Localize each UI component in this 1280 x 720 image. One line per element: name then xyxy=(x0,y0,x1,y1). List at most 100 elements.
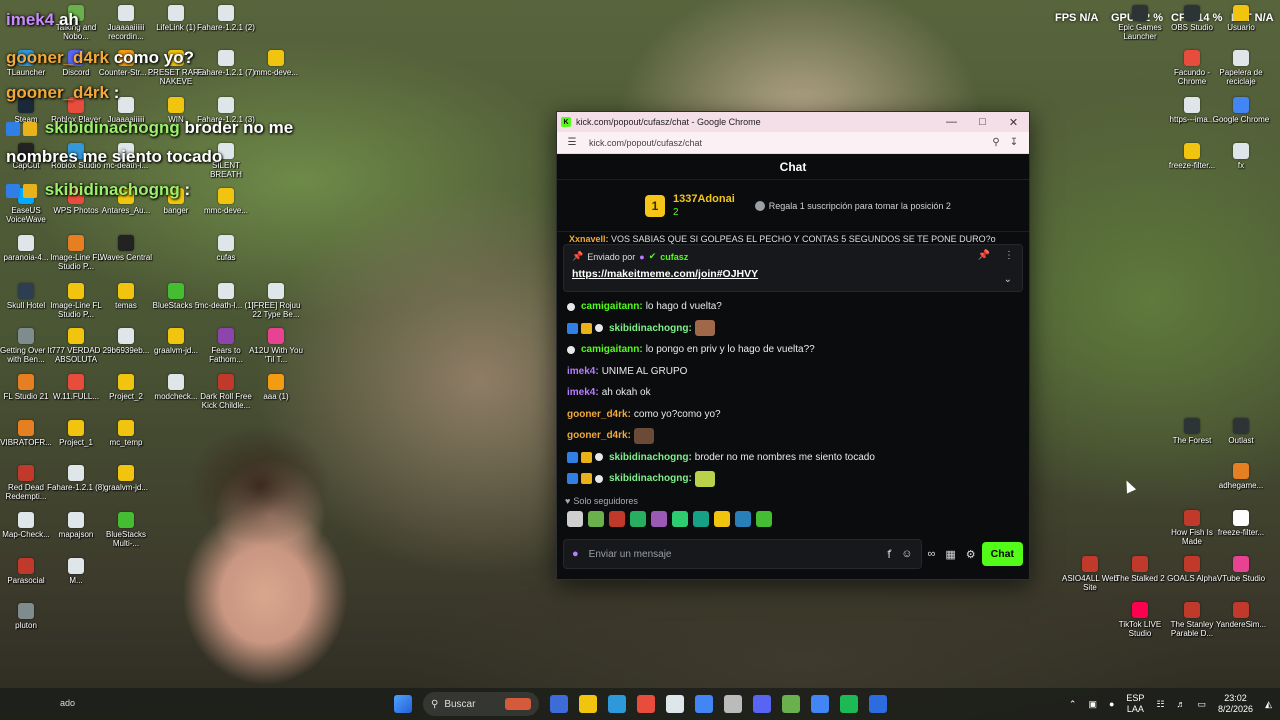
site-info-icon[interactable]: ☰ xyxy=(563,137,581,148)
more-options-icon[interactable]: ⋮ xyxy=(1004,250,1014,261)
zoom-icon[interactable]: ⚲ xyxy=(987,137,1005,148)
chat-text: lo hago d vuelta? xyxy=(645,301,722,313)
taskbar-search[interactable]: ⚲ Buscar xyxy=(423,692,539,716)
chat-username[interactable]: skibidinachogng: xyxy=(609,323,692,334)
desktop-icon[interactable]: fx xyxy=(1211,143,1271,170)
gift-leaderboard[interactable]: 1 1337Adonai 2 Regala 1 suscripción para… xyxy=(557,180,1029,232)
chevron-down-icon[interactable]: ⌄ xyxy=(1004,274,1012,285)
desktop-icon[interactable]: YandereSim... xyxy=(1211,602,1271,629)
desktop-icon[interactable]: A12U With You 'Til T... xyxy=(246,328,306,364)
app-icon xyxy=(1233,556,1249,572)
clock[interactable]: 23:02 8/2/2026 xyxy=(1218,693,1253,715)
chat-username[interactable]: imek4: xyxy=(567,387,599,398)
desktop-icon[interactable]: Usuario xyxy=(1211,5,1271,32)
desktop-icon[interactable]: mc_temp xyxy=(96,420,156,447)
maximize-button[interactable]: □ xyxy=(967,112,998,132)
app-icon xyxy=(68,328,84,344)
emote-icon[interactable] xyxy=(609,510,625,527)
taskbar-app-icon[interactable] xyxy=(550,695,568,713)
desktop-icon[interactable]: VTube Studio xyxy=(1211,556,1271,583)
store-icon[interactable]: ▦ xyxy=(945,548,955,561)
send-chat-button[interactable]: Chat xyxy=(981,542,1023,566)
taskbar-app-icon[interactable] xyxy=(666,695,684,713)
chrome-window[interactable]: K kick.com/popout/cufasz/chat - Google C… xyxy=(556,111,1030,580)
desktop-icon[interactable]: Outlast xyxy=(1211,418,1271,445)
message-input-wrap[interactable]: ● ẝ ☺ xyxy=(563,539,922,569)
notification-bell-icon[interactable]: ◭ xyxy=(1265,699,1272,710)
chat-username[interactable]: skibidinachogng: xyxy=(609,452,692,463)
desktop-icon[interactable]: The Stalked 2 xyxy=(1110,556,1170,583)
desktop-icon[interactable]: mmc-deve... xyxy=(246,50,306,77)
battery-icon[interactable]: ▭ xyxy=(1198,699,1207,710)
taskbar-app-icon[interactable] xyxy=(608,695,626,713)
emote-icon[interactable] xyxy=(756,510,772,527)
settings-gear-icon[interactable]: ⚙ xyxy=(966,548,976,561)
emote-icon[interactable] xyxy=(693,510,709,527)
desktop-icon[interactable]: Google Chrome xyxy=(1211,97,1271,124)
desktop-icon[interactable]: mmc-deve... xyxy=(196,188,256,215)
wifi-icon[interactable]: ☷ xyxy=(1156,699,1164,710)
unpin-icon[interactable]: 📌 xyxy=(978,250,990,261)
desktop-icon[interactable]: TikTok LIVE Studio xyxy=(1110,602,1170,638)
emoji-icon[interactable]: ☺ xyxy=(901,548,912,560)
desktop-icon[interactable]: Papelera de reciclaje xyxy=(1211,50,1271,86)
taskbar-app-icon[interactable] xyxy=(782,695,800,713)
emote-icon[interactable] xyxy=(672,510,688,527)
address-bar[interactable]: ☰ kick.com/popout/cufasz/chat ⚲ ↧ xyxy=(557,132,1029,154)
chat-username[interactable]: gooner_d4rk: xyxy=(567,409,631,420)
close-button[interactable]: ✕ xyxy=(998,112,1029,132)
taskbar-app-icon[interactable] xyxy=(811,695,829,713)
taskbar-app-icon[interactable] xyxy=(869,695,887,713)
emote-icon[interactable] xyxy=(714,510,730,527)
app-icon xyxy=(1184,418,1200,434)
desktop-icon[interactable]: Fahare-1.2.1 (2) xyxy=(196,5,256,32)
emote-quickbar xyxy=(557,506,1029,527)
taskbar-app-icon[interactable] xyxy=(724,695,742,713)
emote-icon[interactable] xyxy=(735,510,751,527)
mic-tray-icon[interactable]: ● xyxy=(1109,699,1114,709)
chat-username[interactable]: imek4: xyxy=(567,366,599,377)
minimize-button[interactable]: — xyxy=(936,112,967,132)
pinned-message[interactable]: 📌 Enviado por ● ✔ cufasz https://makeitm… xyxy=(563,244,1023,292)
desktop-icon[interactable]: [FREE] Rojuu 22 Type Be... xyxy=(246,283,306,319)
desktop-icon[interactable]: aaa (1) xyxy=(246,374,306,401)
desktop-icon[interactable]: cufas xyxy=(196,235,256,262)
desktop-icon[interactable]: Waves Central xyxy=(96,235,156,262)
emote-icon[interactable] xyxy=(651,510,667,527)
desktop-icon[interactable]: Epic Games Launcher xyxy=(1110,5,1170,41)
desktop-icon[interactable]: freeze-filter... xyxy=(1211,510,1271,537)
chevron-up-icon[interactable]: ⌃ xyxy=(1069,699,1077,710)
chat-username[interactable]: skibidinachogng: xyxy=(609,473,692,484)
url-text[interactable]: kick.com/popout/cufasz/chat xyxy=(589,138,987,148)
windows-start-icon[interactable] xyxy=(394,695,412,713)
taskbar-app-icon[interactable] xyxy=(840,695,858,713)
volume-icon[interactable]: ♬ xyxy=(1177,699,1186,709)
message-input[interactable] xyxy=(588,548,878,560)
taskbar-app-icon[interactable] xyxy=(637,695,655,713)
tray-app-icon[interactable]: ▣ xyxy=(1088,699,1097,710)
points-icon[interactable]: ∞ xyxy=(928,548,936,560)
window-titlebar[interactable]: K kick.com/popout/cufasz/chat - Google C… xyxy=(557,112,1029,132)
taskbar-app-icon[interactable] xyxy=(753,695,771,713)
download-icon[interactable]: ↧ xyxy=(1005,137,1023,148)
emote-icon[interactable] xyxy=(588,510,604,527)
taskbar-app-icon[interactable] xyxy=(695,695,713,713)
taskbar-app-icon[interactable] xyxy=(579,695,597,713)
desktop-icon[interactable]: graalvm-jd... xyxy=(96,465,156,492)
mouse-cursor-icon xyxy=(1121,478,1137,494)
emote-icon[interactable] xyxy=(630,510,646,527)
translate-icon[interactable]: ẝ xyxy=(887,548,891,561)
desktop-icon[interactable]: M... xyxy=(46,558,106,585)
desktop-icon[interactable]: BlueStacks Multi-... xyxy=(96,512,156,548)
emote-icon[interactable] xyxy=(567,510,583,527)
chat-username[interactable]: camigaitann: xyxy=(581,344,643,355)
desktop-icon[interactable]: pluton xyxy=(0,603,56,630)
leader-name[interactable]: 1337Adonai xyxy=(673,193,735,205)
desktop-icon[interactable]: adhegame... xyxy=(1211,463,1271,490)
language-indicator[interactable]: ESP LAA xyxy=(1126,693,1144,715)
gift-prompt[interactable]: Regala 1 suscripción para tomar la posic… xyxy=(754,200,951,211)
pinned-link[interactable]: https://makeitmeme.com/join#OJHVY xyxy=(572,268,1014,280)
pinned-user[interactable]: cufasz xyxy=(660,252,688,262)
chat-username[interactable]: camigaitann: xyxy=(581,301,643,312)
chat-username[interactable]: gooner_d4rk: xyxy=(567,430,631,441)
